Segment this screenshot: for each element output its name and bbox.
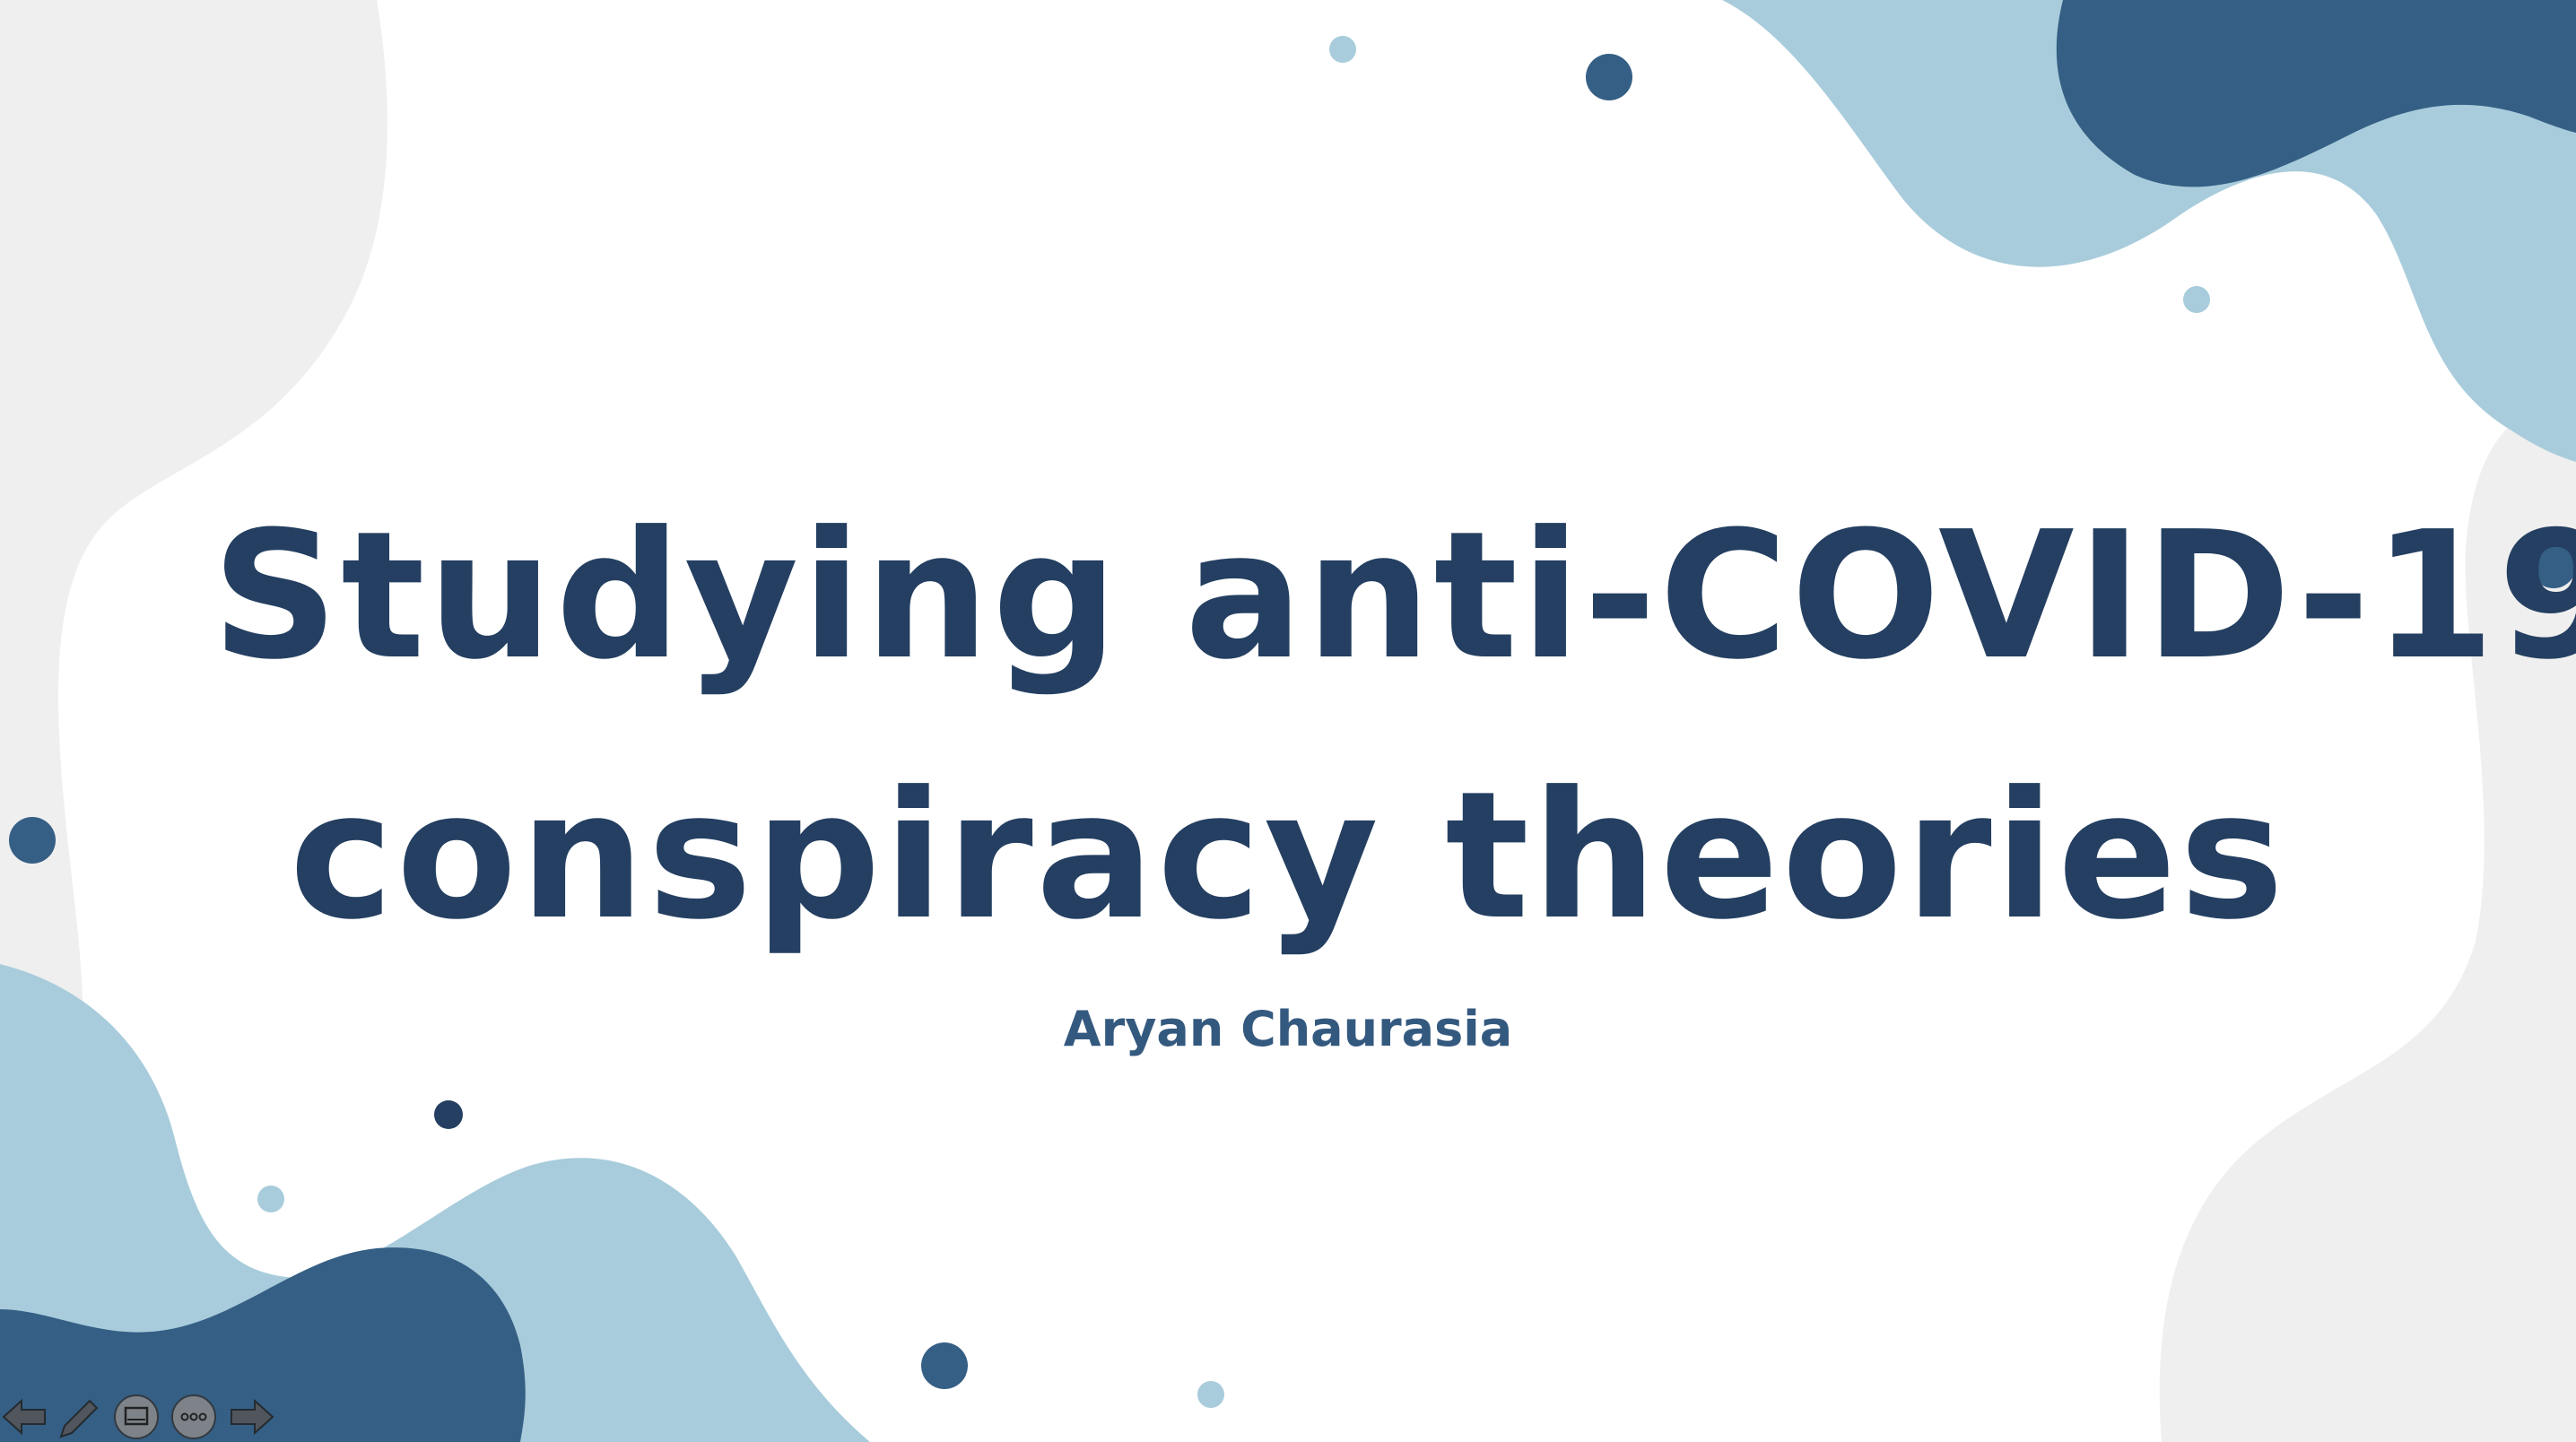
arrow-left-icon[interactable] [0, 1392, 50, 1442]
slide-view-icon[interactable] [111, 1392, 161, 1442]
slide-title-line-1: Studying anti-COVID-19 [212, 494, 2576, 699]
dot [1329, 36, 1356, 63]
more-options-icon[interactable] [169, 1392, 219, 1442]
presentation-toolbar [0, 1388, 287, 1442]
presentation-slide: Studying anti-COVID-19 conspiracy theori… [0, 0, 2576, 1442]
slide-subtitle-author: Aryan Chaurasia [1063, 1001, 1513, 1057]
slide-title: Studying anti-COVID-19 conspiracy theori… [212, 466, 2576, 986]
arrow-right-icon[interactable] [226, 1392, 276, 1442]
dot [2183, 286, 2210, 313]
dot [434, 1100, 463, 1129]
dot [257, 1186, 284, 1212]
dot [1197, 1381, 1224, 1408]
pen-icon[interactable] [54, 1392, 104, 1442]
dot [9, 817, 56, 864]
dot [921, 1342, 968, 1389]
dot [1586, 54, 1632, 100]
slide-title-line-2: conspiracy theories [289, 754, 2287, 959]
